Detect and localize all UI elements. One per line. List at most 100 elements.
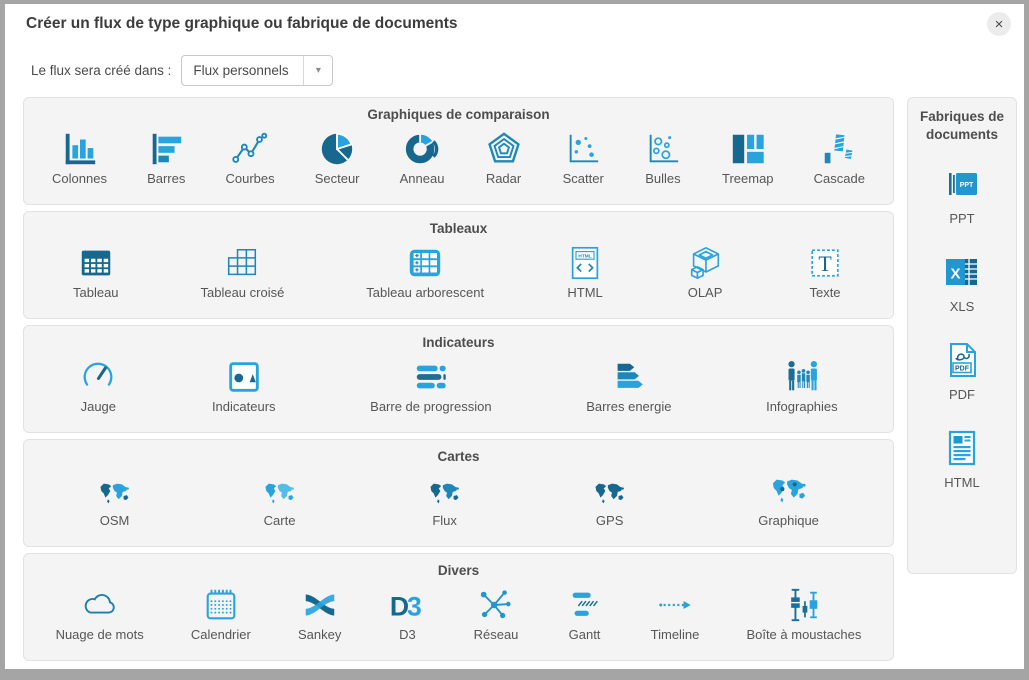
section-title: Indicateurs xyxy=(24,326,893,350)
section-tableaux: Tableaux Tableau Tableau croisé Tableau … xyxy=(23,211,894,319)
dialog-title: Créer un flux de type graphique ou fabri… xyxy=(26,15,457,33)
timeline-icon xyxy=(656,580,694,624)
section-title: Divers xyxy=(24,554,893,578)
item-scatter[interactable]: Scatter xyxy=(563,124,604,186)
item-tableau-croise[interactable]: Tableau croisé xyxy=(201,238,285,300)
item-barre-progression[interactable]: Barre de progression xyxy=(370,352,491,414)
secteur-icon xyxy=(318,124,356,168)
create-flux-dialog: Créer un flux de type graphique ou fabri… xyxy=(5,4,1024,669)
olap-icon xyxy=(686,238,724,282)
section-title: Cartes xyxy=(24,440,893,464)
item-label: OLAP xyxy=(688,285,723,300)
item-indicateurs[interactable]: Indicateurs xyxy=(212,352,276,414)
item-osm[interactable]: OSM xyxy=(98,466,131,528)
document-factory-panel: Fabriques de documents PPT XLS PDF HTML xyxy=(907,97,1017,574)
item-label: Tableau croisé xyxy=(201,285,285,300)
item-label: Réseau xyxy=(474,627,519,642)
sankey-icon xyxy=(301,580,339,624)
item-xls[interactable]: XLS xyxy=(942,252,982,314)
osm-map-icon xyxy=(98,466,131,510)
chart-type-sections: Graphiques de comparaison Colonnes Barre… xyxy=(23,97,894,667)
item-label: Barres energie xyxy=(586,399,671,414)
item-calendrier[interactable]: Calendrier xyxy=(191,580,251,642)
reseau-icon xyxy=(477,580,515,624)
barres-icon xyxy=(147,124,185,168)
item-label: Anneau xyxy=(400,171,445,186)
item-label: XLS xyxy=(950,299,975,314)
item-label: Nuage de mots xyxy=(56,627,144,642)
item-infographies[interactable]: Infographies xyxy=(766,352,838,414)
item-graphique[interactable]: Graphique xyxy=(758,466,819,528)
section-divers: Divers Nuage de mots Calendrier Sankey D… xyxy=(23,553,894,661)
item-boite-a-moustaches[interactable]: Boîte à moustaches xyxy=(746,580,861,642)
item-nuage-de-mots[interactable]: Nuage de mots xyxy=(56,580,144,642)
item-tableau[interactable]: Tableau xyxy=(73,238,119,300)
item-barres[interactable]: Barres xyxy=(147,124,185,186)
item-label: Tableau arborescent xyxy=(366,285,484,300)
item-label: Sankey xyxy=(298,627,341,642)
selected-destination: Flux personnels xyxy=(182,56,303,85)
item-label: Barres xyxy=(147,171,185,186)
item-tableau-arborescent[interactable]: Tableau arborescent xyxy=(366,238,484,300)
item-label: Infographies xyxy=(766,399,838,414)
item-label: Tableau xyxy=(73,285,119,300)
item-timeline[interactable]: Timeline xyxy=(651,580,700,642)
item-gantt[interactable]: Gantt xyxy=(566,580,604,642)
item-olap[interactable]: OLAP xyxy=(686,238,724,300)
item-secteur[interactable]: Secteur xyxy=(315,124,360,186)
item-html[interactable]: HTML xyxy=(566,238,604,300)
html-icon xyxy=(566,238,604,282)
item-label: Timeline xyxy=(651,627,700,642)
item-gps[interactable]: GPS xyxy=(593,466,626,528)
item-label: Calendrier xyxy=(191,627,251,642)
flux-destination-select[interactable]: Flux personnels ▾ xyxy=(181,55,333,86)
item-label: OSM xyxy=(100,513,130,528)
item-cascade[interactable]: Cascade xyxy=(814,124,865,186)
close-icon[interactable]: × xyxy=(987,12,1011,36)
chevron-down-icon: ▾ xyxy=(303,56,332,85)
nuage-de-mots-icon xyxy=(81,580,119,624)
destination-row: Le flux sera créé dans : Flux personnels… xyxy=(31,55,333,86)
tableau-croise-icon xyxy=(223,238,261,282)
item-sankey[interactable]: Sankey xyxy=(298,580,341,642)
item-reseau[interactable]: Réseau xyxy=(474,580,519,642)
item-html-doc[interactable]: HTML xyxy=(942,428,982,490)
item-label: PPT xyxy=(949,211,974,226)
carte-map-icon xyxy=(263,466,296,510)
item-bulles[interactable]: Bulles xyxy=(644,124,682,186)
item-label: Secteur xyxy=(315,171,360,186)
item-barres-energie[interactable]: Barres energie xyxy=(586,352,671,414)
item-anneau[interactable]: Anneau xyxy=(400,124,445,186)
item-label: Barre de progression xyxy=(370,399,491,414)
item-colonnes[interactable]: Colonnes xyxy=(52,124,107,186)
item-label: Cascade xyxy=(814,171,865,186)
item-label: Bulles xyxy=(645,171,680,186)
item-label: Boîte à moustaches xyxy=(746,627,861,642)
item-courbes[interactable]: Courbes xyxy=(225,124,274,186)
item-texte[interactable]: Texte xyxy=(806,238,844,300)
barres-energie-icon xyxy=(610,352,648,396)
cascade-icon xyxy=(820,124,858,168)
section-cartes: Cartes OSM Carte Flux GPS xyxy=(23,439,894,547)
boite-a-moustaches-icon xyxy=(785,580,823,624)
item-flux[interactable]: Flux xyxy=(428,466,461,528)
item-label: Radar xyxy=(486,171,521,186)
bulles-icon xyxy=(644,124,682,168)
item-treemap[interactable]: Treemap xyxy=(722,124,774,186)
item-pdf[interactable]: PDF xyxy=(942,340,982,402)
item-label: HTML xyxy=(944,475,979,490)
item-jauge[interactable]: Jauge xyxy=(79,352,117,414)
gps-map-icon xyxy=(593,466,626,510)
graphique-map-icon xyxy=(770,466,808,510)
anneau-icon xyxy=(403,124,441,168)
item-label: HTML xyxy=(567,285,602,300)
flux-map-icon xyxy=(428,466,461,510)
item-carte[interactable]: Carte xyxy=(263,466,296,528)
item-d3[interactable]: D3 xyxy=(388,580,426,642)
ppt-icon xyxy=(942,164,982,204)
indicateurs-icon xyxy=(225,352,263,396)
item-label: PDF xyxy=(949,387,975,402)
item-ppt[interactable]: PPT xyxy=(942,164,982,226)
item-radar[interactable]: Radar xyxy=(485,124,523,186)
item-label: Graphique xyxy=(758,513,819,528)
